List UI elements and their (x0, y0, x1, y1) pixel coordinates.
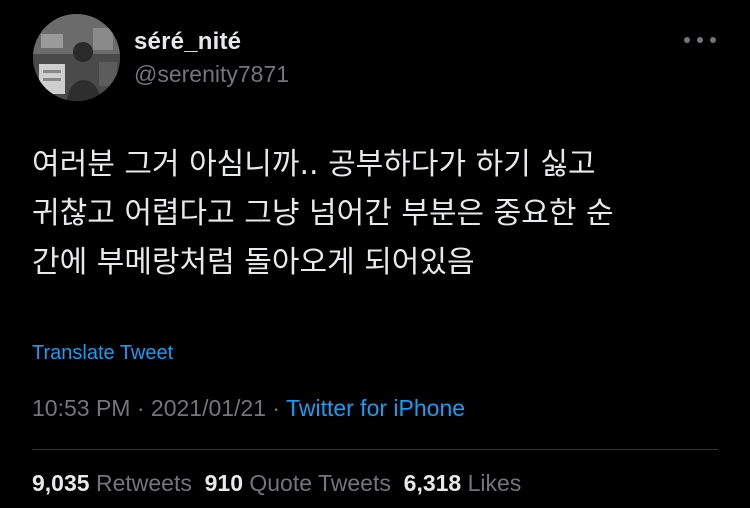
tweet-text-line: 간에 부메랑처럼 돌아오게 되어있음 (32, 245, 475, 280)
tweet-text: 여러분 그거 아심니까.. 공부하다가 하기 싫고 귀찮고 어렵다고 그냥 넘어… (32, 140, 732, 287)
quote-tweets-label: Quote Tweets (249, 470, 391, 496)
avatar[interactable] (33, 14, 120, 101)
more-dot (697, 37, 703, 43)
more-dot (710, 37, 716, 43)
profile-photo-icon (33, 14, 120, 101)
tweet-text-line: 귀찮고 어렵다고 그냥 넘어간 부분은 중요한 순 (32, 196, 614, 231)
quote-tweets-stat[interactable]: 910 Quote Tweets (205, 470, 391, 496)
tweet-metadata: 10:53 PM · 2021/01/21 · Twitter for iPho… (32, 395, 465, 422)
display-name[interactable]: séré_nité (134, 28, 241, 56)
retweets-label: Retweets (95, 470, 192, 496)
likes-stat[interactable]: 6,318 Likes (404, 470, 522, 496)
tweet-text-line: 여러분 그거 아심니까.. 공부하다가 하기 싫고 (32, 147, 596, 182)
more-options-icon[interactable] (684, 30, 716, 50)
user-handle[interactable]: @serenity7871 (134, 61, 289, 88)
more-dot (684, 37, 690, 43)
engagement-stats: 9,035 Retweets 910 Quote Tweets 6,318 Li… (32, 470, 521, 497)
retweets-stat[interactable]: 9,035 Retweets (32, 470, 192, 496)
retweets-count: 9,035 (32, 470, 90, 496)
translate-tweet-link[interactable]: Translate Tweet (32, 342, 173, 365)
tweet-detail: séré_nité @serenity7871 여러분 그거 아심니까.. 공부… (0, 0, 750, 508)
tweet-source-link[interactable]: Twitter for iPhone (286, 395, 465, 421)
meta-separator: · (266, 395, 287, 421)
quote-tweets-count: 910 (204, 470, 243, 496)
divider (32, 449, 718, 450)
meta-separator: · (130, 395, 151, 421)
likes-label: Likes (467, 470, 522, 496)
tweet-date[interactable]: 2021/01/21 (151, 395, 266, 421)
tweet-time[interactable]: 10:53 PM (32, 395, 130, 421)
likes-count: 6,318 (403, 470, 462, 496)
